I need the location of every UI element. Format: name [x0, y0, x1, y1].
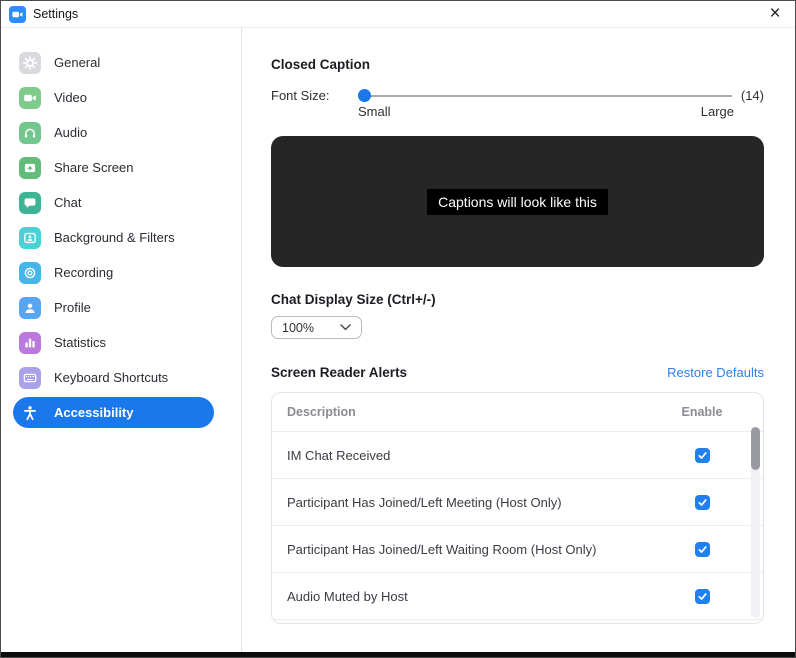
- table-header: Description Enable: [272, 393, 763, 431]
- enable-checkbox[interactable]: [695, 542, 710, 557]
- screen-reader-alerts-heading: Screen Reader Alerts: [271, 365, 407, 380]
- sidebar-label-share-screen: Share Screen: [54, 160, 134, 175]
- table-row: Participant Has Joined/Left Meeting (Hos…: [272, 478, 763, 525]
- sidebar-label-chat: Chat: [54, 195, 81, 210]
- sidebar-item-accessibility[interactable]: Accessibility: [13, 397, 214, 428]
- table-row: IM Chat Received: [272, 431, 763, 478]
- close-icon[interactable]: ×: [755, 1, 795, 27]
- person-frame-icon: [19, 227, 41, 249]
- accessibility-icon: [19, 402, 41, 424]
- font-size-label: Font Size:: [271, 88, 358, 103]
- restore-defaults-link[interactable]: Restore Defaults: [667, 365, 764, 380]
- enable-checkbox[interactable]: [695, 589, 710, 604]
- screen-reader-alerts-header-row: Screen Reader Alerts Restore Defaults: [271, 365, 764, 380]
- partial-next-row: [272, 619, 763, 624]
- accessibility-settings-panel: Closed Caption Font Size: (14) Small Lar…: [242, 28, 795, 652]
- sidebar-item-recording[interactable]: Recording: [13, 257, 214, 288]
- caption-preview-box: Captions will look like this: [271, 136, 764, 267]
- sidebar-label-video: Video: [54, 90, 87, 105]
- sidebar-label-accessibility: Accessibility: [54, 405, 134, 420]
- sidebar-item-profile[interactable]: Profile: [13, 292, 214, 323]
- chat-display-size-heading: Chat Display Size (Ctrl+/-): [271, 292, 764, 307]
- chat-bubble-icon: [19, 192, 41, 214]
- slider-max-label: Large: [701, 104, 734, 119]
- chevron-down-icon: [340, 324, 351, 331]
- font-size-value: (14): [741, 88, 764, 103]
- sidebar-label-keyboard-shortcuts: Keyboard Shortcuts: [54, 370, 168, 385]
- enable-checkbox[interactable]: [695, 448, 710, 463]
- sidebar-item-keyboard-shortcuts[interactable]: Keyboard Shortcuts: [13, 362, 214, 393]
- description-column-header: Description: [287, 405, 667, 419]
- settings-sidebar: General Video: [1, 28, 242, 652]
- caption-preview-text: Captions will look like this: [427, 189, 608, 215]
- scrollbar-thumb[interactable]: [751, 427, 760, 470]
- sidebar-item-general[interactable]: General: [13, 47, 214, 78]
- alert-description: Participant Has Joined/Left Waiting Room…: [287, 542, 667, 557]
- sidebar-item-background-filters[interactable]: Background & Filters: [13, 222, 214, 253]
- taskbar-edge: [1, 652, 795, 657]
- slider-track: [358, 95, 732, 97]
- sidebar-item-statistics[interactable]: Statistics: [13, 327, 214, 358]
- font-size-row: Font Size: (14): [271, 88, 764, 103]
- video-camera-icon: [19, 87, 41, 109]
- sidebar-item-share-screen[interactable]: Share Screen: [13, 152, 214, 183]
- zoom-app-icon: [9, 6, 26, 23]
- enable-column-header: Enable: [667, 405, 737, 419]
- slider-end-labels: Small Large: [358, 104, 734, 119]
- sidebar-item-chat[interactable]: Chat: [13, 187, 214, 218]
- sidebar-label-statistics: Statistics: [54, 335, 106, 350]
- keyboard-icon: [19, 367, 41, 389]
- check-icon: [697, 591, 708, 602]
- slider-thumb[interactable]: [358, 89, 371, 102]
- settings-window: Settings ×: [0, 0, 796, 658]
- sidebar-item-video[interactable]: Video: [13, 82, 214, 113]
- chat-display-size-dropdown[interactable]: 100%: [271, 316, 362, 339]
- gear-icon: [19, 52, 41, 74]
- share-screen-icon: [19, 157, 41, 179]
- video-camera-icon: [11, 8, 24, 21]
- record-icon: [19, 262, 41, 284]
- table-row: Audio Muted by Host: [272, 572, 763, 619]
- check-icon: [697, 450, 708, 461]
- sidebar-label-profile: Profile: [54, 300, 91, 315]
- sidebar-label-background-filters: Background & Filters: [54, 230, 175, 245]
- check-icon: [697, 497, 708, 508]
- sidebar-label-recording: Recording: [54, 265, 113, 280]
- check-icon: [697, 544, 708, 555]
- table-row: Participant Has Joined/Left Waiting Room…: [272, 525, 763, 572]
- title-bar: Settings ×: [1, 1, 795, 28]
- font-size-slider[interactable]: [358, 89, 732, 103]
- headphones-icon: [19, 122, 41, 144]
- sidebar-item-audio[interactable]: Audio: [13, 117, 214, 148]
- alert-description: Participant Has Joined/Left Meeting (Hos…: [287, 495, 667, 510]
- sidebar-label-general: General: [54, 55, 100, 70]
- bar-chart-icon: [19, 332, 41, 354]
- alert-description: Audio Muted by Host: [287, 589, 667, 604]
- screen-reader-alerts-table: Description Enable IM Chat Received P: [271, 392, 764, 624]
- person-icon: [19, 297, 41, 319]
- window-title: Settings: [33, 7, 78, 21]
- enable-checkbox[interactable]: [695, 495, 710, 510]
- slider-min-label: Small: [358, 104, 391, 119]
- dropdown-selected-value: 100%: [282, 321, 314, 335]
- sidebar-label-audio: Audio: [54, 125, 87, 140]
- alert-description: IM Chat Received: [287, 448, 667, 463]
- closed-caption-heading: Closed Caption: [271, 57, 764, 72]
